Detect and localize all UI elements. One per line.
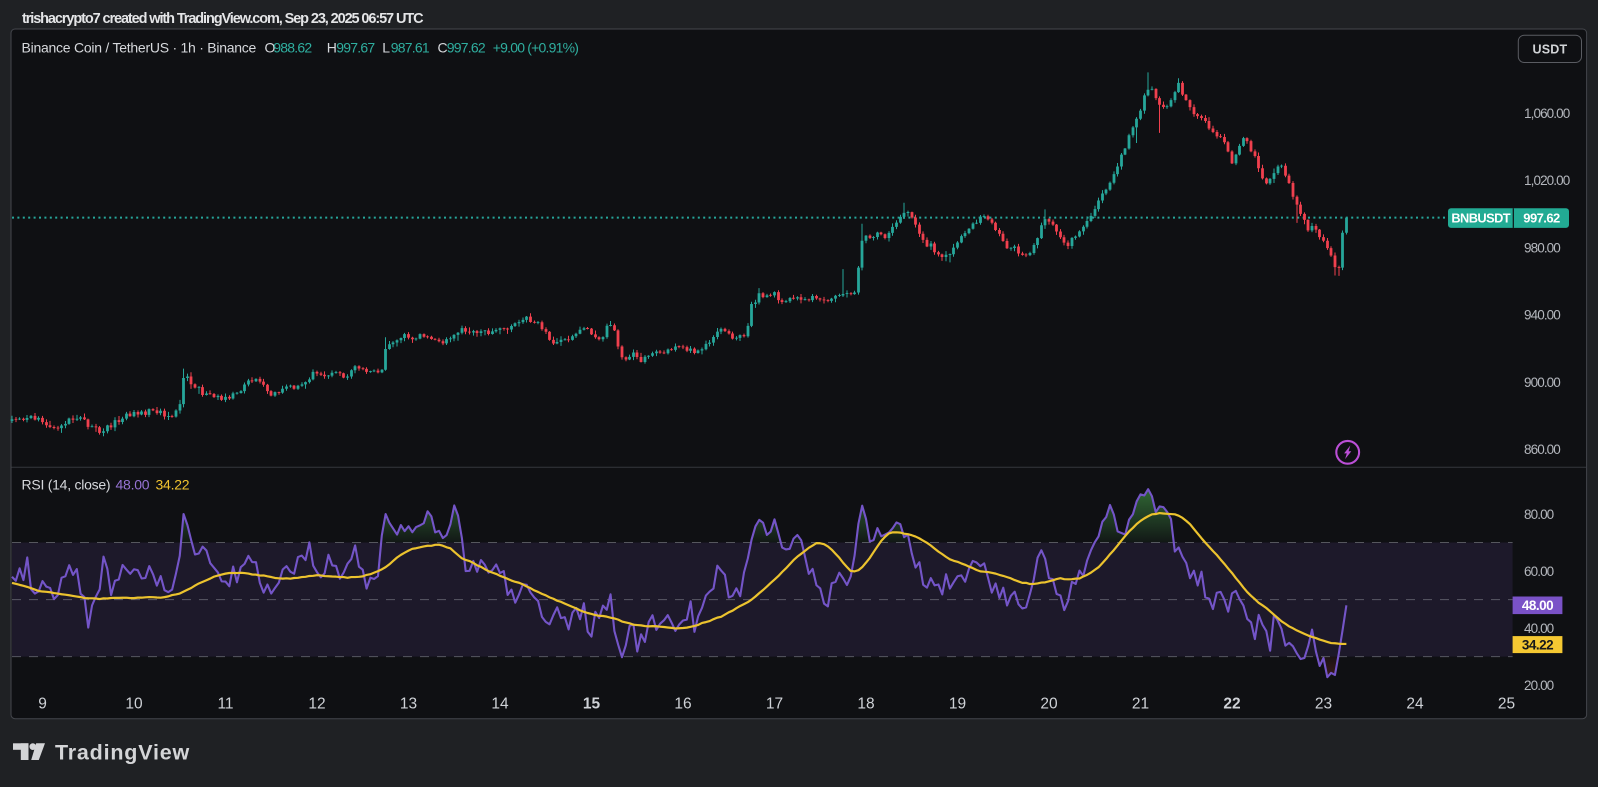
- svg-text:60.00: 60.00: [1524, 564, 1554, 579]
- svg-text:Binance Coin / TetherUS · 1h ·: Binance Coin / TetherUS · 1h · Binance: [22, 40, 257, 56]
- svg-text:48.00: 48.00: [1522, 598, 1553, 613]
- svg-text:40.00: 40.00: [1524, 621, 1554, 636]
- svg-text:21: 21: [1132, 696, 1149, 713]
- svg-text:H: H: [327, 40, 336, 56]
- svg-text:+9.00 (+0.91%): +9.00 (+0.91%): [493, 40, 578, 56]
- svg-text:980.00: 980.00: [1524, 240, 1560, 255]
- svg-text:14: 14: [491, 696, 509, 713]
- svg-text:11: 11: [217, 696, 233, 713]
- svg-text:19: 19: [949, 696, 966, 713]
- svg-text:16: 16: [674, 696, 691, 713]
- svg-text:23: 23: [1315, 696, 1332, 713]
- svg-text:987.61: 987.61: [391, 40, 430, 56]
- svg-text:17: 17: [766, 696, 783, 713]
- svg-text:80.00: 80.00: [1524, 507, 1554, 522]
- svg-text:L: L: [382, 40, 390, 56]
- svg-text:10: 10: [125, 696, 143, 713]
- svg-text:20: 20: [1040, 696, 1058, 713]
- svg-text:860.00: 860.00: [1524, 442, 1560, 457]
- svg-text:trishacrypto7 created with Tra: trishacrypto7 created with TradingView.c…: [22, 11, 424, 27]
- svg-text:997.62: 997.62: [1523, 211, 1560, 226]
- svg-text:25: 25: [1498, 696, 1515, 713]
- svg-text:9: 9: [38, 696, 47, 713]
- svg-text:34.22: 34.22: [1522, 637, 1553, 652]
- svg-text:22: 22: [1223, 696, 1240, 713]
- svg-text:18: 18: [857, 696, 874, 713]
- svg-text:997.62: 997.62: [447, 40, 486, 56]
- svg-text:TradingView: TradingView: [55, 741, 190, 765]
- svg-text:1,060.00: 1,060.00: [1524, 106, 1570, 121]
- svg-text:34.22: 34.22: [156, 477, 190, 493]
- svg-text:900.00: 900.00: [1524, 375, 1560, 390]
- svg-text:24: 24: [1406, 696, 1424, 713]
- svg-text:USDT: USDT: [1532, 43, 1567, 57]
- svg-text:RSI (14, close): RSI (14, close): [22, 477, 111, 493]
- svg-text:997.67: 997.67: [336, 40, 375, 56]
- svg-text:940.00: 940.00: [1524, 308, 1560, 323]
- svg-text:13: 13: [400, 696, 417, 713]
- svg-text:BNBUSDT: BNBUSDT: [1451, 211, 1510, 226]
- svg-text:12: 12: [308, 696, 325, 713]
- svg-text:20.00: 20.00: [1524, 678, 1554, 693]
- svg-text:1,020.00: 1,020.00: [1524, 173, 1570, 188]
- svg-text:988.62: 988.62: [273, 40, 312, 56]
- svg-text:15: 15: [583, 696, 601, 713]
- svg-text:48.00: 48.00: [116, 477, 150, 493]
